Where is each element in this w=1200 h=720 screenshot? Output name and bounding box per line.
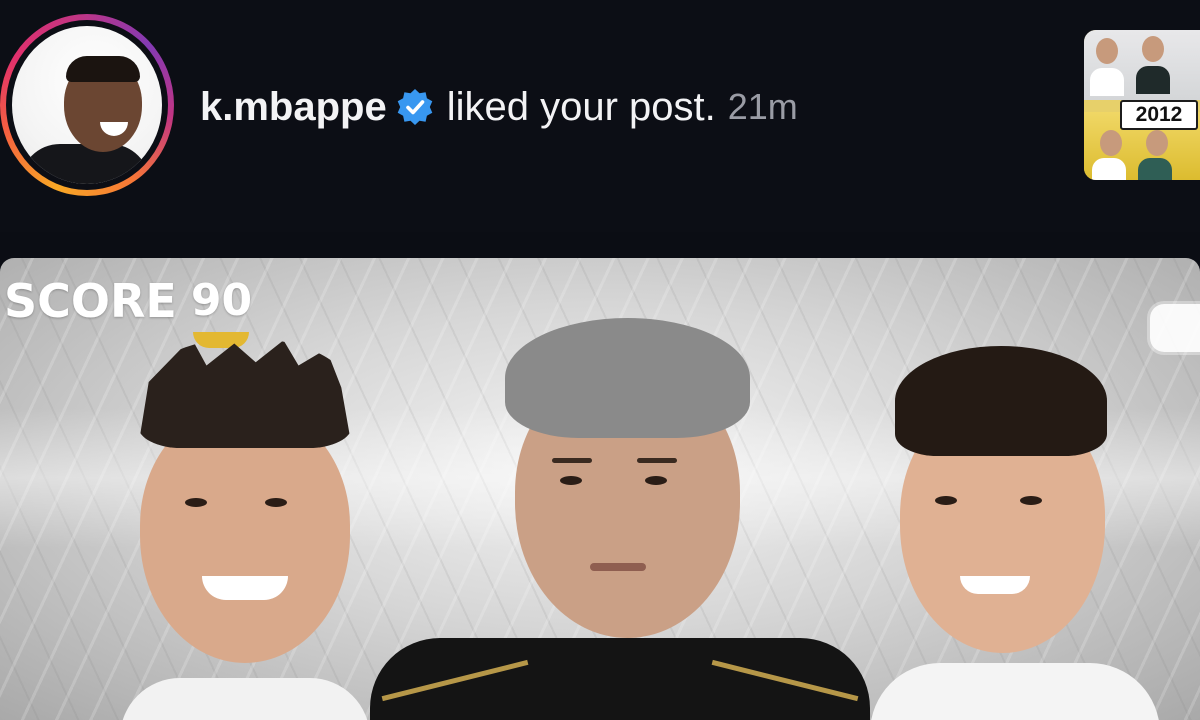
score-value: 90 bbox=[190, 275, 253, 326]
thumbnail-year-label: 2012 bbox=[1120, 100, 1198, 130]
score-badge: SCORE 90 bbox=[4, 274, 253, 348]
score-label: SCORE bbox=[4, 274, 177, 328]
timestamp: 21m bbox=[727, 86, 798, 127]
media-indicator-icon[interactable] bbox=[1150, 304, 1200, 352]
notification-row[interactable]: k.mbappe liked your post. 21m 2012 bbox=[0, 0, 1200, 232]
story-avatar[interactable] bbox=[0, 14, 174, 196]
score-underline bbox=[192, 332, 249, 348]
avatar bbox=[12, 26, 162, 184]
action-text: liked your post. bbox=[446, 84, 716, 129]
notification-text: k.mbappe liked your post. 21m bbox=[200, 82, 798, 132]
post-thumbnail[interactable]: 2012 bbox=[1084, 30, 1200, 180]
screen: k.mbappe liked your post. 21m 2012 SCORE… bbox=[0, 0, 1200, 720]
username-link[interactable]: k.mbappe bbox=[200, 85, 387, 130]
verified-badge-icon bbox=[395, 87, 435, 127]
post-image[interactable]: SCORE 90 bbox=[0, 258, 1200, 720]
